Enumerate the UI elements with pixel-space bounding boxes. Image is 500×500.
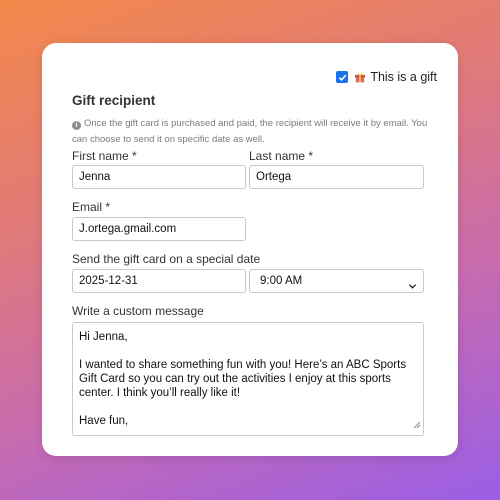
message-textarea[interactable]: Hi Jenna, I wanted to share something fu… xyxy=(72,322,424,436)
time-select[interactable]: 9:00 AM xyxy=(249,269,424,293)
first-name-input[interactable]: Jenna xyxy=(72,165,246,189)
gift-checkbox[interactable] xyxy=(336,71,349,83)
chevron-down-icon xyxy=(408,277,417,299)
email-input[interactable]: J.ortega.gmail.com xyxy=(72,217,246,241)
info-text: i Once the gift card is purchased and pai… xyxy=(72,116,444,148)
message-line: I wanted to share something fun with you… xyxy=(79,359,407,399)
message-label: Write a custom message xyxy=(72,304,204,318)
section-title: Gift recipient xyxy=(72,93,156,108)
gift-icon xyxy=(354,71,366,83)
info-text-content: Once the gift card is purchased and paid… xyxy=(72,118,428,145)
date-input[interactable]: 2025-12-31 xyxy=(72,269,246,293)
email-label: Email * xyxy=(72,200,111,214)
message-line: Hi Jenna, xyxy=(79,331,128,343)
last-name-label: Last name * xyxy=(249,149,314,163)
first-name-label: First name * xyxy=(72,149,137,163)
message-line: Have fun, xyxy=(79,415,129,427)
gift-toggle[interactable]: This is a gift xyxy=(336,70,437,84)
gift-recipient-card: This is a gift Gift recipient i Once the … xyxy=(42,43,458,456)
info-icon: i xyxy=(72,121,81,130)
last-name-input[interactable]: Ortega xyxy=(249,165,424,189)
send-date-label: Send the gift card on a special date xyxy=(72,252,261,266)
gift-toggle-label: This is a gift xyxy=(370,70,437,84)
time-select-value: 9:00 AM xyxy=(260,275,303,287)
resize-handle-icon[interactable] xyxy=(413,419,421,433)
